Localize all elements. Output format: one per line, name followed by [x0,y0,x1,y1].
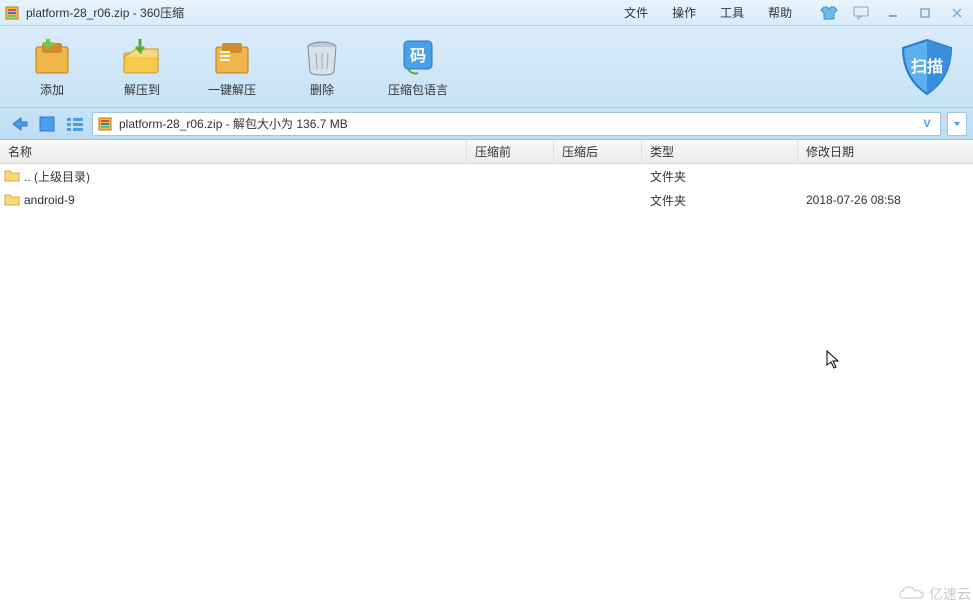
column-date[interactable]: 修改日期 [798,140,973,163]
view-large-button[interactable] [36,113,58,135]
title-bar: platform-28_r06.zip - 360压缩 文件 操作 工具 帮助 [0,0,973,26]
svg-text:扫描: 扫描 [911,57,943,76]
column-before[interactable]: 压缩前 [467,140,554,163]
column-name[interactable]: 名称 [0,140,467,163]
address-bar: platform-28_r06.zip - 解包大小为 136.7 MB V [0,108,973,140]
folder-icon [4,192,20,208]
app-icon [4,5,20,21]
file-type: 文件夹 [642,192,798,209]
feedback-icon[interactable] [849,4,873,22]
column-after[interactable]: 压缩后 [554,140,642,163]
column-type[interactable]: 类型 [642,140,798,163]
menu-file[interactable]: 文件 [624,4,648,21]
cursor-icon [826,350,842,370]
address-more-button[interactable] [947,112,967,136]
menu-tools[interactable]: 工具 [720,4,744,21]
add-icon [28,35,76,79]
delete-label: 删除 [310,81,334,98]
file-name: android-9 [24,193,75,207]
file-date: 2018-07-26 08:58 [798,193,973,207]
theme-icon[interactable] [817,4,841,22]
extract-icon [118,35,166,79]
watermark: 亿速云 [897,584,971,604]
menu-action[interactable]: 操作 [672,4,696,21]
file-row-android9[interactable]: android-9 文件夹 2018-07-26 08:58 [0,188,973,212]
file-name: .. (上级目录) [24,168,90,185]
folder-icon [4,168,20,184]
language-icon: 码 [394,35,442,79]
extract-to-button[interactable]: 解压到 [118,35,166,98]
language-label: 压缩包语言 [388,81,448,98]
svg-text:码: 码 [410,47,426,65]
address-input[interactable]: platform-28_r06.zip - 解包大小为 136.7 MB V [92,112,941,136]
add-label: 添加 [40,81,64,98]
menu-help[interactable]: 帮助 [768,4,792,21]
main-toolbar: 添加 解压到 一键解压 删除 码 压缩包语言 扫描 [0,26,973,108]
close-button[interactable] [945,4,969,22]
archive-icon [97,116,113,132]
one-click-extract-button[interactable]: 一键解压 [208,35,256,98]
back-button[interactable] [8,113,30,135]
add-button[interactable]: 添加 [28,35,76,98]
file-type: 文件夹 [642,168,798,185]
delete-button[interactable]: 删除 [298,35,346,98]
scan-button[interactable]: 扫描 [893,36,961,98]
window-title: platform-28_r06.zip - 360压缩 [26,4,184,21]
delete-icon [298,35,346,79]
language-button[interactable]: 码 压缩包语言 [388,35,448,98]
file-row-parent[interactable]: .. (上级目录) 文件夹 [0,164,973,188]
address-text: platform-28_r06.zip - 解包大小为 136.7 MB [119,115,918,132]
address-dropdown[interactable]: V [918,118,936,130]
menu-bar: 文件 操作 工具 帮助 [624,4,792,21]
view-list-button[interactable] [64,113,86,135]
minimize-button[interactable] [881,4,905,22]
column-headers: 名称 压缩前 压缩后 类型 修改日期 [0,140,973,164]
extract-label: 解压到 [124,81,160,98]
watermark-text: 亿速云 [929,584,971,604]
file-list: .. (上级目录) 文件夹 android-9 文件夹 2018-07-26 0… [0,164,973,212]
maximize-button[interactable] [913,4,937,22]
one-click-icon [208,35,256,79]
one-click-label: 一键解压 [208,81,256,98]
